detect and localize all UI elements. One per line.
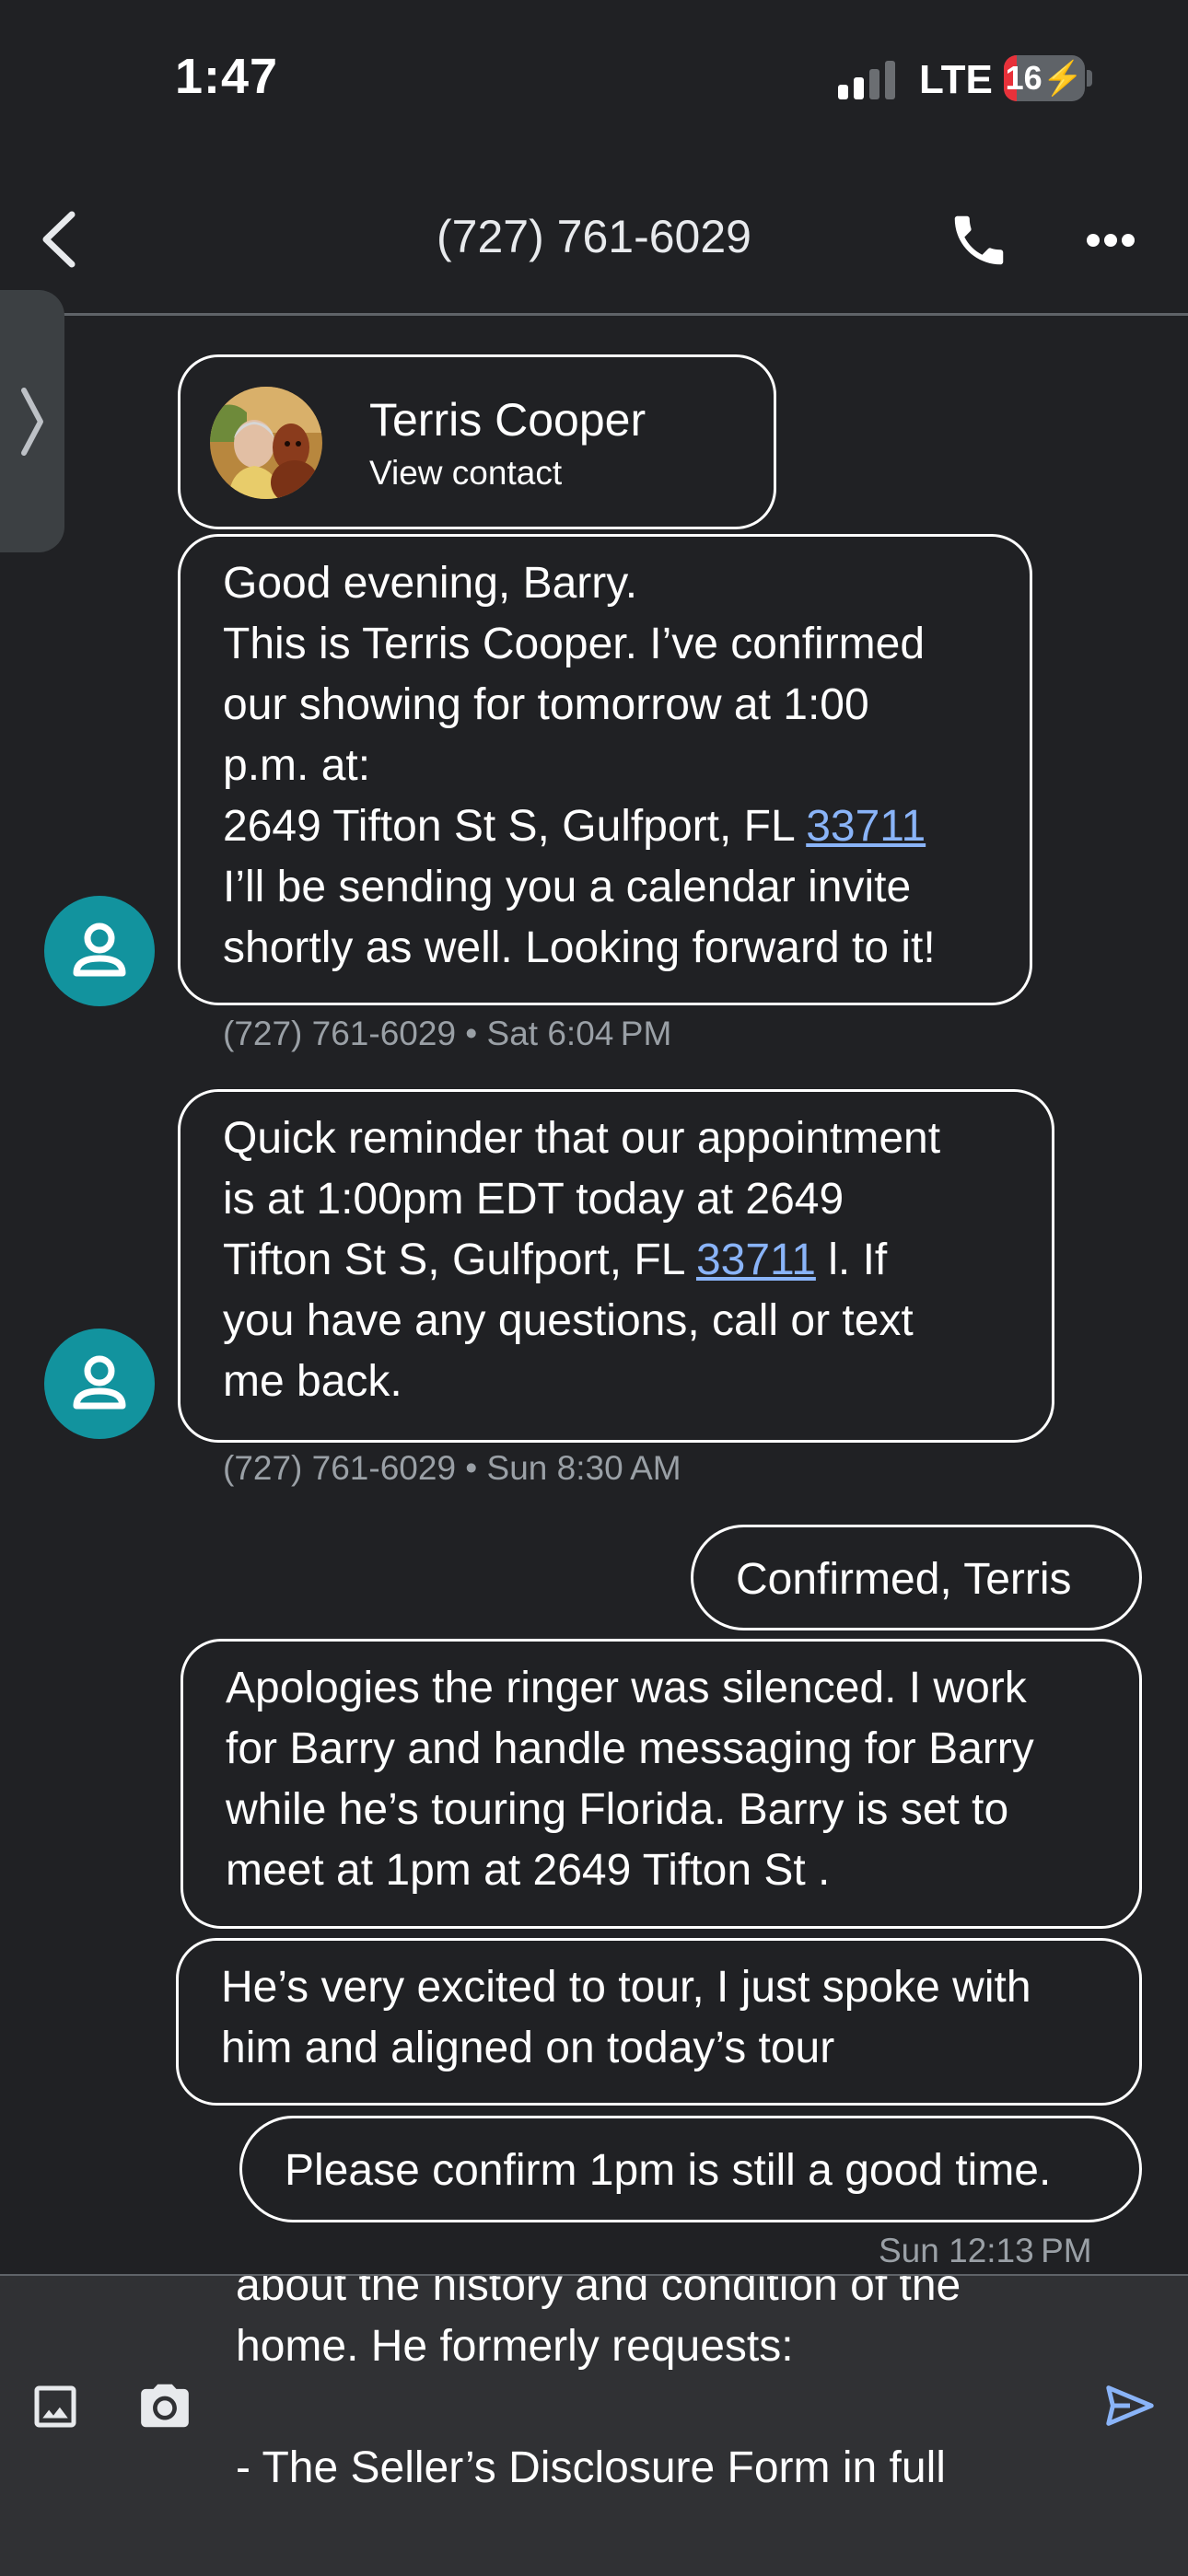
conversation-title: (727) 761-6029 bbox=[437, 211, 751, 262]
message-line: 2649 Tifton St S, Gulfport, FL 33711 bbox=[223, 796, 987, 857]
message-line: I’ll be sending you a calendar invite bbox=[223, 863, 912, 911]
battery-tip bbox=[1087, 70, 1092, 87]
incoming-message[interactable]: Quick reminder that our appointment is a… bbox=[178, 1089, 1054, 1443]
phone-icon[interactable] bbox=[947, 208, 1011, 273]
incoming-message[interactable]: Good evening, Barry. This is Terris Coop… bbox=[178, 534, 1032, 1005]
compose-line: - The Seller’s Disclosure Form in full bbox=[236, 2443, 946, 2492]
message-line: our showing for tomorrow at 1:00 bbox=[223, 680, 869, 729]
message-line: Please confirm 1pm is still a good time. bbox=[285, 2146, 1052, 2195]
view-contact-link[interactable]: View contact bbox=[369, 452, 562, 494]
message-line: Apologies the ringer was silenced. I wor… bbox=[226, 1664, 1027, 1712]
header-divider bbox=[0, 313, 1188, 316]
outgoing-message[interactable]: Please confirm 1pm is still a good time. bbox=[239, 2116, 1142, 2222]
compose-line bbox=[236, 2377, 1065, 2438]
outgoing-message[interactable]: Confirmed, Terris bbox=[691, 1525, 1142, 1630]
outgoing-message[interactable]: Apologies the ringer was silenced. I wor… bbox=[181, 1639, 1142, 1929]
camera-icon[interactable] bbox=[134, 2377, 195, 2434]
signal-strength-icon bbox=[838, 61, 895, 99]
message-text: l. If bbox=[815, 1236, 888, 1284]
message-line: him and aligned on today’s tour bbox=[221, 2024, 835, 2072]
message-line: me back. bbox=[223, 1357, 402, 1406]
message-line: is at 1:00pm EDT today at 2649 bbox=[223, 1175, 844, 1224]
battery-indicator: 16⚡ bbox=[1004, 55, 1085, 101]
message-text: 2649 Tifton St S, Gulfport, FL bbox=[223, 802, 807, 851]
zip-code-link[interactable]: 33711 bbox=[696, 1236, 816, 1284]
message-line: you have any questions, call or text bbox=[223, 1296, 914, 1345]
message-line: Quick reminder that our appointment bbox=[223, 1114, 941, 1163]
contact-photo-avatar bbox=[210, 387, 322, 499]
compose-line: home. He formerly requests: bbox=[236, 2322, 794, 2371]
message-line: He’s very excited to tour, I just spoke … bbox=[221, 1963, 1031, 2012]
compose-line: about the history and condition of the bbox=[236, 2274, 961, 2310]
contact-card[interactable]: Terris Cooper View contact bbox=[178, 354, 776, 529]
contact-avatar[interactable] bbox=[44, 1329, 155, 1439]
battery-level: 16⚡ bbox=[1005, 59, 1084, 97]
message-line: p.m. at: bbox=[223, 741, 371, 790]
person-icon bbox=[73, 1355, 126, 1410]
zip-code-link[interactable]: 33711 bbox=[806, 802, 926, 851]
message-timestamp: (727) 761-6029 • Sat 6:04 PM bbox=[223, 1015, 672, 1052]
network-type: LTE bbox=[919, 57, 993, 102]
message-line: shortly as well. Looking forward to it! bbox=[223, 923, 936, 972]
send-icon[interactable] bbox=[1098, 2377, 1162, 2434]
message-line: for Barry and handle messaging for Barry bbox=[226, 1724, 1034, 1773]
charging-bolt-icon: ⚡ bbox=[1042, 59, 1084, 97]
image-icon[interactable] bbox=[28, 2379, 83, 2434]
message-line: Good evening, Barry. bbox=[223, 559, 638, 608]
message-timestamp: Sun 12:13 PM bbox=[879, 2232, 1092, 2269]
message-line: meet at 1pm at 2649 Tifton St . bbox=[226, 1846, 831, 1895]
message-line: This is Terris Cooper. I’ve confirmed bbox=[223, 620, 926, 668]
more-horizontal-icon[interactable] bbox=[1077, 217, 1160, 263]
compose-input[interactable]: about the history and condition of the h… bbox=[236, 2274, 1065, 2499]
message-line: while he’s touring Florida. Barry is set… bbox=[226, 1785, 1009, 1834]
outgoing-message[interactable]: He’s very excited to tour, I just spoke … bbox=[176, 1938, 1142, 2106]
chevron-right-icon[interactable] bbox=[17, 385, 48, 458]
contact-name: Terris Cooper bbox=[369, 394, 646, 446]
status-time: 1:47 bbox=[175, 49, 279, 104]
message-line: Confirmed, Terris bbox=[736, 1555, 1072, 1604]
person-icon bbox=[73, 922, 126, 977]
message-timestamp: (727) 761-6029 • Sun 8:30 AM bbox=[223, 1449, 681, 1487]
contact-avatar[interactable] bbox=[44, 896, 155, 1006]
message-text: Tifton St S, Gulfport, FL bbox=[223, 1236, 696, 1284]
chevron-left-icon[interactable] bbox=[37, 207, 83, 272]
message-line: Tifton St S, Gulfport, FL 33711 l. If bbox=[223, 1230, 1009, 1291]
